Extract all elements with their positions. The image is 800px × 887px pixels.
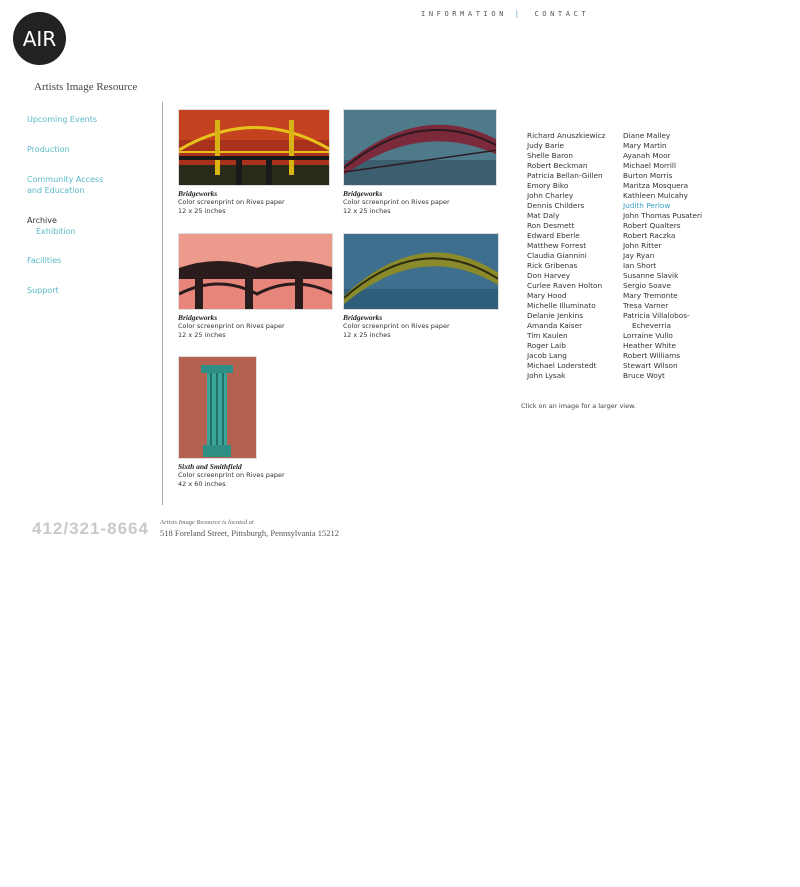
- artist-link[interactable]: Patricia Villalobos-: [623, 311, 702, 321]
- artist-list-col1: Richard Anuszkiewicz Judy Barie Shelle B…: [527, 131, 605, 381]
- artist-link[interactable]: Amanda Kaiser: [527, 321, 605, 331]
- phone-number: 412/321-8664: [32, 519, 149, 538]
- artist-link[interactable]: Ian Short: [623, 261, 702, 271]
- artwork-thumbnail[interactable]: [343, 109, 497, 186]
- artist-link[interactable]: Susanne Slavik: [623, 271, 702, 281]
- site-subtitle: Artists Image Resource: [34, 81, 138, 93]
- artist-link[interactable]: Mary Martin: [623, 141, 702, 151]
- bridge-image: [344, 234, 498, 309]
- artist-link[interactable]: Roger Laib: [527, 341, 605, 351]
- column-image: [179, 357, 256, 458]
- artist-link[interactable]: Matthew Forrest: [527, 241, 605, 251]
- artist-link[interactable]: Robert Raczka: [623, 231, 702, 241]
- sidebar-item-support[interactable]: Support: [27, 286, 59, 295]
- artist-link[interactable]: Delanie Jenkins: [527, 311, 605, 321]
- sidebar-item-archive[interactable]: Archive: [27, 216, 57, 225]
- artist-link[interactable]: Echeverria: [623, 321, 702, 331]
- sidebar-divider: [162, 102, 163, 505]
- artist-link[interactable]: John Charley: [527, 191, 605, 201]
- location-label: Artists Image Resource is located at: [160, 519, 254, 526]
- artist-link[interactable]: Burton Morris: [623, 171, 702, 181]
- artwork-caption: Bridgeworks Color screenprint on Rives p…: [343, 189, 450, 215]
- sidebar-item-facilities[interactable]: Facilities: [27, 256, 61, 265]
- bridge-image: [179, 110, 329, 185]
- artwork-caption: Bridgeworks Color screenprint on Rives p…: [178, 189, 285, 215]
- artist-link[interactable]: Michael Loderstedt: [527, 361, 605, 371]
- artist-link[interactable]: Curlee Raven Holton: [527, 281, 605, 291]
- artist-link[interactable]: Michelle Illuminato: [527, 301, 605, 311]
- artist-link[interactable]: Ayanah Moor: [623, 151, 702, 161]
- nav-separator: |: [514, 10, 523, 18]
- artist-link[interactable]: Edward Eberle: [527, 231, 605, 241]
- air-logo[interactable]: AIR: [13, 12, 66, 65]
- artist-link[interactable]: Patricia Bellan-Gillen: [527, 171, 605, 181]
- artist-link[interactable]: Shelle Baron: [527, 151, 605, 161]
- artist-link[interactable]: Tim Kaulen: [527, 331, 605, 341]
- artist-link[interactable]: Sergio Soave: [623, 281, 702, 291]
- artist-link[interactable]: Jacob Lang: [527, 351, 605, 361]
- artist-link[interactable]: Maritza Mosquera: [623, 181, 702, 191]
- sidebar-item-exhibition[interactable]: Exhibition: [36, 227, 76, 236]
- artist-link[interactable]: Heather White: [623, 341, 702, 351]
- artist-link[interactable]: Dennis Childers: [527, 201, 605, 211]
- artist-link[interactable]: Mat Daly: [527, 211, 605, 221]
- artist-link[interactable]: Richard Anuszkiewicz: [527, 131, 605, 141]
- artist-link-current[interactable]: Judith Perlow: [623, 201, 702, 211]
- artist-link[interactable]: John Thomas Pusateri: [623, 211, 702, 221]
- larger-view-hint: Click on an image for a larger view.: [521, 402, 636, 410]
- artist-link[interactable]: Robert Qualters: [623, 221, 702, 231]
- artwork-thumbnail[interactable]: [178, 233, 333, 310]
- artist-link[interactable]: Bruce Woyt: [623, 371, 702, 381]
- artwork-caption: Sixth and Smithfield Color screenprint o…: [178, 462, 285, 488]
- artist-link[interactable]: Don Harvey: [527, 271, 605, 281]
- artist-link[interactable]: John Ritter: [623, 241, 702, 251]
- artist-link[interactable]: Emory Biko: [527, 181, 605, 191]
- artist-link[interactable]: Tresa Varner: [623, 301, 702, 311]
- artist-link[interactable]: Diane Malley: [623, 131, 702, 141]
- nav-information-link[interactable]: INFORMATION: [421, 10, 507, 18]
- sidebar-item-production[interactable]: Production: [27, 145, 70, 154]
- sidebar-item-community-access[interactable]: Community Access: [27, 175, 103, 184]
- artist-link[interactable]: Rick Gribenas: [527, 261, 605, 271]
- artist-link[interactable]: Claudia Giannini: [527, 251, 605, 261]
- artist-link[interactable]: Robert Beckman: [527, 161, 605, 171]
- artist-link[interactable]: Mary Hood: [527, 291, 605, 301]
- artwork-thumbnail[interactable]: [178, 109, 330, 186]
- artist-link[interactable]: John Lysak: [527, 371, 605, 381]
- artwork-caption: Bridgeworks Color screenprint on Rives p…: [178, 313, 285, 339]
- artist-link[interactable]: Jay Ryan: [623, 251, 702, 261]
- artist-list-col2: Diane Malley Mary Martin Ayanah Moor Mic…: [623, 131, 702, 381]
- bridge-image: [344, 110, 496, 185]
- nav-contact-link[interactable]: CONTACT: [534, 10, 589, 18]
- logo-text: AIR: [22, 26, 57, 51]
- top-nav: INFORMATION | CONTACT: [421, 10, 589, 18]
- artwork-caption: Bridgeworks Color screenprint on Rives p…: [343, 313, 450, 339]
- artwork-thumbnail[interactable]: [343, 233, 499, 310]
- artist-link[interactable]: Ron Desmett: [527, 221, 605, 231]
- street-address: 518 Foreland Street, Pittsburgh, Pennsyl…: [160, 528, 340, 538]
- artist-link[interactable]: Robert Williams: [623, 351, 702, 361]
- artist-link[interactable]: Judy Barie: [527, 141, 605, 151]
- artist-link[interactable]: Mary Tremonte: [623, 291, 702, 301]
- artist-link[interactable]: Lorraine Vullo: [623, 331, 702, 341]
- sidebar-item-upcoming-events[interactable]: Upcoming Events: [27, 115, 97, 124]
- artist-link[interactable]: Kathleen Mulcahy: [623, 191, 702, 201]
- sidebar-item-community-access-line2[interactable]: and Education: [27, 186, 84, 195]
- artist-link[interactable]: Stewart Wilson: [623, 361, 702, 371]
- artist-link[interactable]: Michael Morrill: [623, 161, 702, 171]
- artwork-thumbnail[interactable]: [178, 356, 257, 459]
- bridge-image: [179, 234, 332, 309]
